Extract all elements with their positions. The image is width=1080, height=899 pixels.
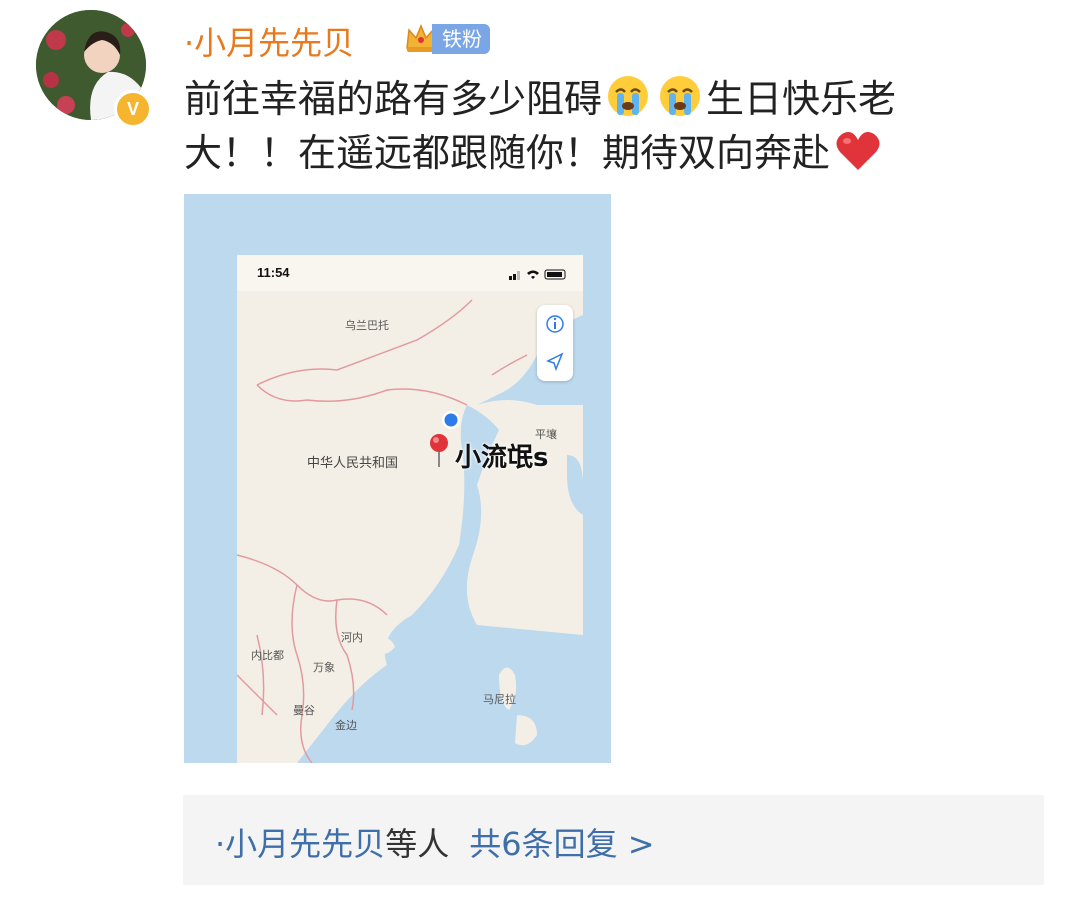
map-pin-icon xyxy=(430,434,448,467)
post-line-1: 前往幸福的路有多少阻碍 生日快乐老 xyxy=(184,72,964,126)
city-label: 内比都 xyxy=(251,649,284,662)
post-image-map-screenshot[interactable]: 11:54 乌兰巴托 平壤 中华人民共和国 河内 内比都 万象 曼谷 金边 马尼… xyxy=(184,194,611,763)
location-arrow-icon[interactable] xyxy=(537,343,573,381)
reply-summary-text[interactable]: ·小月先先贝等人 共6条回复 > xyxy=(215,819,655,865)
post-username[interactable]: ·小月先先贝 xyxy=(184,18,354,64)
reply-dot: · xyxy=(215,825,226,863)
reply-others: 等人 xyxy=(385,825,450,863)
post-text-segment: 生日快乐老 xyxy=(706,77,897,121)
info-icon[interactable] xyxy=(537,305,573,343)
fan-badge: 铁粉 xyxy=(432,24,490,54)
reply-summary[interactable]: ·小月先先贝等人 共6条回复 > xyxy=(183,795,1044,885)
status-bar: 11:54 xyxy=(237,255,583,291)
post-line-2: 大！！在遥远都跟随你！期待双向奔赴 xyxy=(184,126,964,180)
city-label: 河内 xyxy=(341,631,363,644)
crying-face-emoji xyxy=(608,76,649,116)
red-heart-emoji xyxy=(836,132,880,170)
country-label: 中华人民共和国 xyxy=(307,456,399,471)
reply-users-link[interactable]: 小月先先贝 xyxy=(225,825,385,863)
reply-count-link[interactable]: 共6条回复 > xyxy=(469,825,654,863)
city-label: 马尼拉 xyxy=(483,693,516,706)
crying-face-emoji xyxy=(660,76,701,116)
city-label: 万象 xyxy=(313,661,335,674)
city-label: 乌兰巴托 xyxy=(345,319,389,332)
status-icons xyxy=(509,269,566,280)
city-label: 曼谷 xyxy=(293,704,315,717)
post-text-segment: 大！！在遥远都跟随你！期待双向奔赴 xyxy=(184,131,831,175)
verified-badge-icon: V xyxy=(114,90,152,128)
city-label: 金边 xyxy=(335,719,357,732)
status-time: 11:54 xyxy=(257,265,290,280)
post-text-segment: 前往幸福的路有多少阻碍 xyxy=(184,77,603,121)
map-controls xyxy=(537,305,573,381)
pin-label: 小流氓s xyxy=(455,443,549,473)
current-location-dot xyxy=(442,411,460,429)
map-background xyxy=(237,255,583,763)
phone-screenshot: 11:54 乌兰巴托 平壤 中华人民共和国 河内 内比都 万象 曼谷 金边 马尼… xyxy=(237,255,583,763)
post-content: 前往幸福的路有多少阻碍 生日快乐老 大！！在遥远都跟随你！期待双向奔赴 xyxy=(184,72,964,180)
